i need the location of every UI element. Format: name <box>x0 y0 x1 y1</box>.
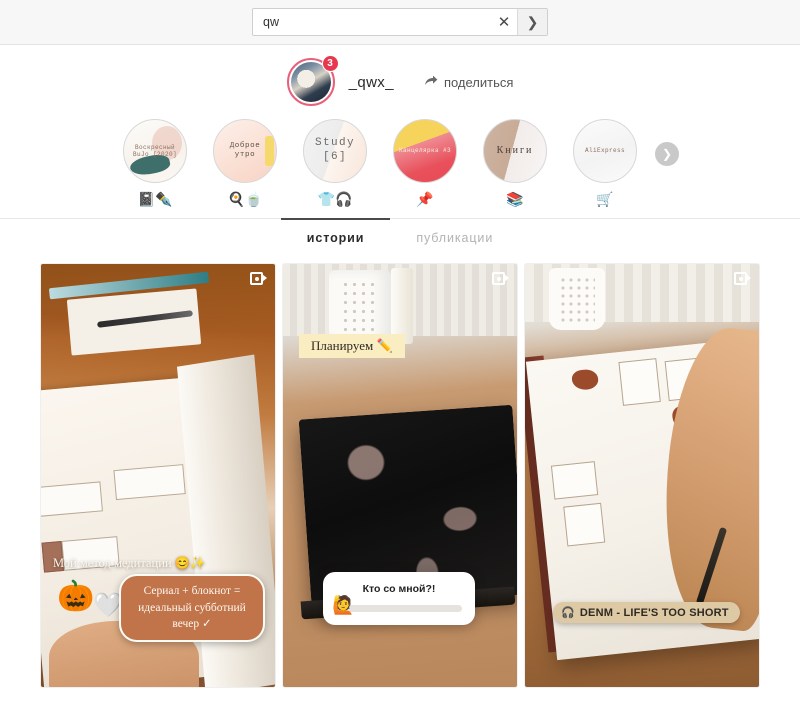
search-input[interactable] <box>261 14 483 30</box>
search-box[interactable]: ✕ ❯ <box>252 8 548 36</box>
headphones-icon: 🎧 <box>561 607 575 619</box>
page-title: _qwx_ <box>348 73 394 91</box>
tab-posts[interactable]: публикации <box>390 218 519 256</box>
highlight-item-1[interactable]: Доброе утро 🍳🍵 <box>211 119 279 206</box>
highlight-label-2: Study [6] <box>314 137 355 163</box>
highlight-label-3: Канцелярка #3 <box>398 147 451 155</box>
highlight-item-5[interactable]: AliExpress 🛒 <box>571 119 639 206</box>
lace-vase <box>549 268 605 330</box>
slider-question: Кто со мной?! <box>362 583 436 595</box>
story-overlay-text-0: Мой метод медитации 😊✨ <box>53 556 206 570</box>
search-field[interactable] <box>253 9 491 35</box>
content-tabs: истории публикации <box>0 218 800 256</box>
highlight-cover-4[interactable]: Книги <box>483 119 547 183</box>
highlight-cover-0[interactable]: Воскресный BuJo [2020] <box>123 119 187 183</box>
highlight-label-4: Книги <box>496 144 534 156</box>
highlight-label-1: Доброе утро <box>229 141 261 159</box>
highlight-cover-2[interactable]: Study [6] <box>303 119 367 183</box>
highlights-next-icon[interactable]: ❯ <box>655 141 679 166</box>
story-card-2[interactable]: 🎧 DENM - LIFE'S TOO SHORT <box>525 264 759 687</box>
highlight-emoji-4: 📚 <box>506 191 524 207</box>
highlight-emoji-3: 📌 <box>416 191 434 207</box>
lace-vase <box>329 270 391 344</box>
clear-search-icon[interactable]: ✕ <box>491 9 517 35</box>
story-grid: Мой метод медитации 😊✨ 🎃 🤍 Сериал + блок… <box>0 256 800 687</box>
highlight-emoji-2: 👕🎧 <box>317 191 353 207</box>
story-count-badge: 3 <box>321 55 339 72</box>
highlight-item-4[interactable]: Книги 📚 <box>481 119 549 206</box>
pumpkin-emoji-a: 🎃 <box>57 580 95 613</box>
highlight-item-3[interactable]: Канцелярка #3 📌 <box>391 119 459 206</box>
share-button[interactable]: поделиться <box>424 75 513 90</box>
highlight-item-0[interactable]: Воскресный BuJo [2020] 📓✒️ <box>121 119 189 206</box>
video-camera-icon <box>734 272 751 285</box>
highlight-emoji-5: 🛒 <box>596 191 614 207</box>
top-search-bar: ✕ ❯ <box>0 0 800 45</box>
story-overlay-label-1: Планируем ✏️ <box>299 334 405 358</box>
story-overlay-chip-0: Сериал + блокнот = идеальный субботний в… <box>119 574 265 643</box>
highlight-emoji-0: 📓✒️ <box>137 191 173 207</box>
share-arrow-icon <box>424 75 438 90</box>
story-slider-sticker[interactable]: Кто со мной?! 🙋 <box>323 572 475 625</box>
highlight-cover-1[interactable]: Доброе утро <box>213 119 277 183</box>
avatar[interactable]: 3 <box>286 55 339 106</box>
slider-track[interactable]: 🙋 <box>332 596 462 614</box>
tab-stories[interactable]: истории <box>280 218 391 256</box>
video-camera-icon <box>250 272 267 285</box>
highlight-label-0: Воскресный BuJo [2020] <box>132 143 177 159</box>
music-sticker[interactable]: 🎧 DENM - LIFE'S TOO SHORT <box>553 602 740 623</box>
desk-bottle <box>391 268 413 344</box>
music-track-label: DENM - LIFE'S TOO SHORT <box>579 606 729 619</box>
highlight-label-5: AliExpress <box>584 147 625 155</box>
submit-search-icon[interactable]: ❯ <box>517 9 547 35</box>
share-label: поделиться <box>443 74 514 90</box>
profile-header: 3 _qwx_ поделиться <box>0 45 800 111</box>
story-card-1[interactable]: Планируем ✏️ Кто со мной?! 🙋 <box>283 264 517 687</box>
story-card-0[interactable]: Мой метод медитации 😊✨ 🎃 🤍 Сериал + блок… <box>41 264 275 687</box>
highlight-cover-3[interactable]: Канцелярка #3 <box>393 119 457 183</box>
story-highlights-row: Воскресный BuJo [2020] 📓✒️ Доброе утро 🍳… <box>0 111 800 212</box>
highlight-emoji-1: 🍳🍵 <box>227 191 263 207</box>
highlight-item-2[interactable]: Study [6] 👕🎧 <box>301 119 369 206</box>
video-camera-icon <box>492 272 509 285</box>
slider-thumb-emoji[interactable]: 🙋 <box>332 596 354 614</box>
highlight-cover-5[interactable]: AliExpress <box>573 119 637 183</box>
